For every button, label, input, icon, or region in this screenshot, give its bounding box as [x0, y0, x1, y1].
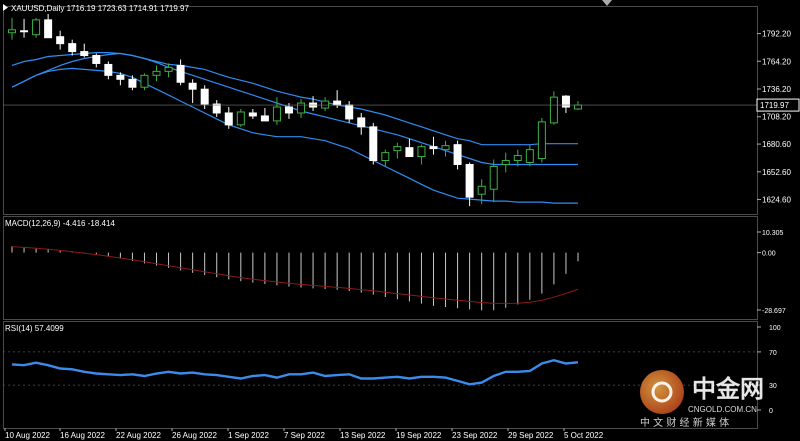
x-tick-label: 5 Oct 2022 — [564, 431, 604, 440]
candle-body — [369, 126, 378, 162]
watermark-brand: 中金网 — [692, 375, 764, 403]
candle-body — [333, 100, 342, 106]
price-panel-frame — [3, 6, 758, 215]
candle-body — [501, 160, 510, 165]
rsi-label: RSI(14) 57.4099 — [5, 324, 64, 333]
rsi-tick-label: 0 — [769, 408, 773, 415]
candle-body — [489, 165, 498, 190]
candle-body — [345, 104, 354, 120]
x-tick-label: 7 Sep 2022 — [284, 431, 325, 440]
macd-panel-frame — [3, 216, 758, 320]
candle-body — [92, 55, 101, 64]
x-tick-label: 16 Aug 2022 — [60, 431, 105, 440]
candle-body — [116, 74, 125, 80]
price-tick-label: 1680.60 — [762, 140, 791, 149]
price-tick-label: 1708.20 — [762, 113, 791, 122]
rsi-tick-label: 70 — [769, 350, 777, 357]
candle-body — [104, 63, 113, 76]
candle-body — [417, 146, 426, 158]
rsi-tick-label: 100 — [769, 325, 781, 332]
dropdown-arrow-icon — [3, 4, 8, 11]
candle-body — [357, 117, 366, 128]
bollinger-middle-line — [11, 51, 578, 166]
candle-body — [224, 112, 233, 126]
candle-body — [248, 112, 257, 117]
x-tick-label: 10 Aug 2022 — [5, 431, 50, 440]
candle-body — [68, 43, 77, 53]
candle-body — [236, 111, 245, 126]
candle-body — [465, 163, 474, 198]
candle-body — [441, 145, 450, 151]
macd-tick-label: 10.305 — [762, 230, 784, 237]
watermark-subtitle: 中 文 财 经 新 媒 体 — [640, 416, 729, 429]
candle-body — [200, 88, 209, 105]
candle-body — [260, 115, 269, 122]
candle-body — [164, 66, 173, 72]
bollinger-upper-line — [11, 52, 578, 146]
price-tick-label: 1764.20 — [762, 57, 791, 66]
candle-body — [152, 70, 161, 76]
rsi-line — [11, 358, 579, 386]
price-tick-label: 1624.60 — [762, 196, 791, 205]
macd-tick-label: -28.697 — [762, 308, 786, 315]
candle-body — [44, 19, 53, 39]
candle-body — [80, 51, 89, 57]
price-tick-label: 1792.20 — [762, 30, 791, 39]
candle-body — [525, 149, 534, 163]
current-price-label: 1719.97 — [760, 101, 789, 110]
candle-body — [537, 121, 546, 160]
candle-body — [429, 146, 438, 150]
candle-body — [128, 78, 137, 88]
x-tick-label: 19 Sep 2022 — [396, 431, 442, 440]
candle-body — [297, 102, 306, 114]
candle-body — [513, 155, 522, 162]
shift-marker-icon — [602, 0, 612, 6]
trading-chart: 1719.97 1792.20 1764.20 1736.20 1708.20 1680.… — [3, 0, 800, 440]
x-tick-label: 13 Sep 2022 — [340, 431, 386, 440]
x-tick-label: 26 Aug 2022 — [172, 431, 217, 440]
candle-body — [284, 106, 293, 114]
macd-label: MACD(12,26,9) -4.416 -18.414 — [5, 219, 115, 228]
x-tick-label: 23 Sep 2022 — [452, 431, 498, 440]
candle-body — [32, 19, 41, 36]
candle-body — [20, 30, 29, 33]
macd-tick-label: 0.00 — [762, 251, 776, 258]
macd-signal-line — [11, 246, 579, 304]
candle-body — [321, 100, 330, 109]
candle-body — [477, 185, 486, 195]
brand-logo-icon — [640, 370, 684, 414]
candle-body — [549, 96, 558, 124]
candle-body — [8, 29, 16, 34]
candle-body — [56, 36, 65, 45]
candle-body — [574, 104, 582, 110]
x-tick-label: 22 Aug 2022 — [116, 431, 161, 440]
watermark-url: CNGOLD.COM.CN — [688, 405, 757, 414]
candle-body — [453, 144, 462, 165]
price-tick-label: 1736.20 — [762, 85, 791, 94]
price-tick-label: 1652.60 — [762, 168, 791, 177]
x-tick-label: 29 Sep 2022 — [508, 431, 554, 440]
candle-body — [140, 74, 149, 88]
candle-body — [405, 147, 414, 158]
x-tick-label: 1 Sep 2022 — [228, 431, 269, 440]
symbol-ohlc-label: XAUUSD,Daily 1716.19 1723.63 1714.91 171… — [11, 4, 189, 13]
candle-body — [381, 152, 390, 162]
candle-body — [272, 106, 281, 122]
candle-body — [393, 146, 402, 152]
candle-body — [176, 64, 185, 83]
rsi-tick-label: 30 — [769, 383, 777, 390]
candle-body — [188, 82, 197, 90]
